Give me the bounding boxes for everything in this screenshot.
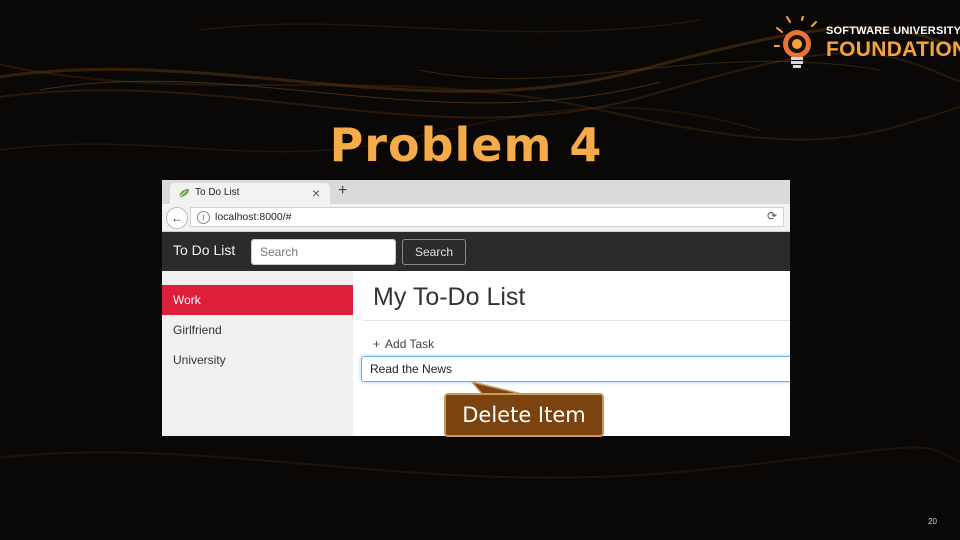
list-sidebar: Work Girlfriend University xyxy=(162,271,353,436)
reload-icon[interactable]: ⟳ xyxy=(767,209,777,223)
browser-tab[interactable]: To Do List × xyxy=(170,183,330,204)
search-input[interactable] xyxy=(251,239,396,265)
slide-title: Problem 4 xyxy=(329,118,603,172)
divider xyxy=(363,320,790,321)
page-title: My To-Do List xyxy=(373,283,526,311)
info-icon[interactable]: i xyxy=(197,211,210,224)
sidebar-item-label: University xyxy=(173,353,226,367)
logo-text-bottom: FOUNDATION xyxy=(826,38,960,61)
app-brand[interactable]: To Do List xyxy=(173,242,235,258)
browser-tab-bar: To Do List × + xyxy=(162,180,790,204)
sidebar-item-girlfriend[interactable]: Girlfriend xyxy=(162,315,353,345)
tab-title: To Do List xyxy=(195,187,240,198)
software-university-logo: SOFTWARE UNIVERSITY FOUNDATION xyxy=(774,16,960,72)
back-arrow-icon[interactable]: ← xyxy=(166,207,188,229)
logo-text-top: SOFTWARE UNIVERSITY xyxy=(826,25,960,37)
new-tab-icon[interactable]: + xyxy=(338,182,347,200)
sidebar-item-label: Girlfriend xyxy=(173,323,222,337)
page-number: 20 xyxy=(928,517,937,526)
sidebar-item-label: Work xyxy=(173,293,201,307)
add-task-label: Add Task xyxy=(385,337,435,351)
add-task-link[interactable]: + Add Task xyxy=(373,337,434,351)
delete-item-callout: Delete Item xyxy=(444,393,604,437)
sidebar-item-university[interactable]: University xyxy=(162,345,353,375)
task-input[interactable] xyxy=(361,356,790,382)
search-button[interactable]: Search xyxy=(402,239,466,265)
address-bar: ← i localhost:8000/# ⟳ xyxy=(162,204,790,232)
sidebar-item-work[interactable]: Work xyxy=(162,285,353,315)
url-field[interactable]: i localhost:8000/# ⟳ xyxy=(190,207,784,227)
lightbulb-icon xyxy=(774,16,817,68)
leaf-icon xyxy=(178,189,189,198)
app-navbar: To Do List Search xyxy=(162,232,790,271)
plus-icon: + xyxy=(373,337,381,351)
url-text: localhost:8000/# xyxy=(215,211,292,223)
close-tab-icon[interactable]: × xyxy=(312,185,320,201)
